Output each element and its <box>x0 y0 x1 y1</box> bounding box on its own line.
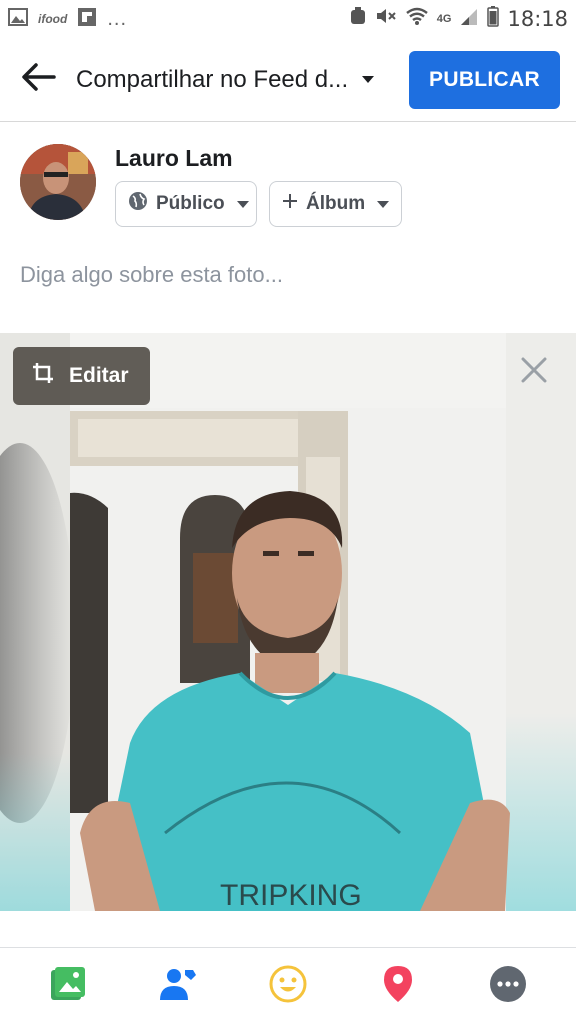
clock: 18:18 <box>507 7 568 31</box>
network-type: 4G <box>436 13 452 25</box>
more-icon <box>489 965 527 1008</box>
flipboard-notification-icon <box>77 7 97 32</box>
wifi-icon <box>405 6 429 32</box>
tag-people-button[interactable] <box>158 966 198 1006</box>
user-name: Lauro Lam <box>115 145 233 171</box>
shirt-text: TRIPKING <box>220 879 362 911</box>
publish-button[interactable]: PUBLICAR <box>409 50 560 109</box>
audience-label: Público <box>156 193 225 214</box>
feeling-button[interactable] <box>268 965 308 1008</box>
signal-icon <box>459 6 479 32</box>
gallery-notification-icon <box>8 7 28 31</box>
app-header: Compartilhar no Feed d... PUBLICAR <box>0 38 576 122</box>
album-selector[interactable]: Álbum <box>269 181 402 227</box>
photo-image: TRIPKING <box>0 333 576 911</box>
arrow-left-icon <box>20 62 56 97</box>
share-destination-selector[interactable]: Compartilhar no Feed d... <box>76 66 409 94</box>
close-icon <box>520 356 548 389</box>
edit-label: Editar <box>69 364 129 387</box>
plus-icon <box>282 193 298 215</box>
back-button[interactable] <box>0 38 76 122</box>
add-photo-button[interactable] <box>48 966 88 1006</box>
chevron-down-icon <box>236 200 249 208</box>
location-icon <box>382 964 414 1009</box>
chevron-down-icon <box>362 76 375 83</box>
globe-icon <box>128 191 148 217</box>
audience-selector[interactable]: Público <box>115 181 257 227</box>
crop-icon <box>31 361 55 391</box>
caption-input[interactable]: Diga algo sobre esta foto... <box>20 262 283 288</box>
alarm-icon <box>349 6 367 32</box>
battery-icon <box>487 5 500 33</box>
chevron-down-icon <box>377 200 390 208</box>
attached-photo[interactable]: TRIPKING <box>0 333 576 911</box>
share-destination-label: Compartilhar no Feed d... <box>76 65 349 93</box>
more-notifications: ... <box>107 7 127 30</box>
ifood-notification-icon: ifood <box>38 12 68 26</box>
album-label: Álbum <box>306 193 366 214</box>
check-in-button[interactable] <box>378 964 418 1009</box>
feeling-icon <box>269 965 307 1008</box>
mute-icon <box>375 6 397 32</box>
edit-photo-button[interactable]: Editar <box>13 347 150 405</box>
tag-people-icon <box>158 966 198 1007</box>
composer-toolbar <box>0 947 576 1024</box>
more-options-button[interactable] <box>488 965 528 1008</box>
avatar[interactable] <box>20 144 96 220</box>
status-bar: ifood ... 4G 18:18 <box>0 0 576 38</box>
photo-icon <box>49 966 87 1007</box>
remove-photo-button[interactable] <box>516 354 552 390</box>
